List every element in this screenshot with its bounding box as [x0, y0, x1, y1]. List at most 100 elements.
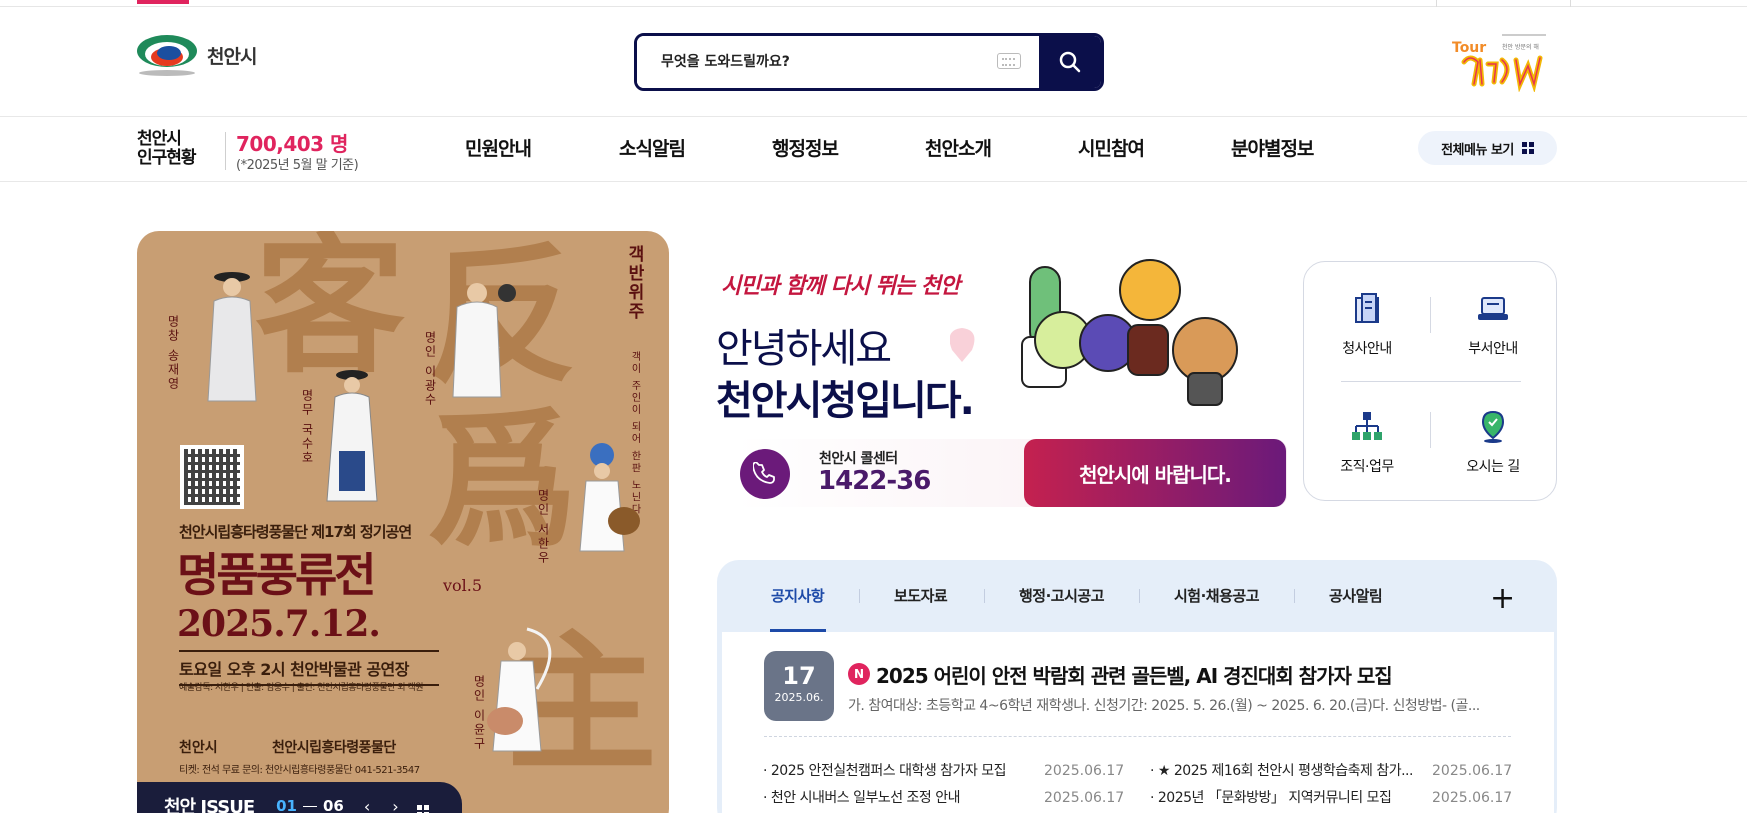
nav-item-about-cheonan[interactable]: 천안소개 [925, 134, 992, 161]
cheonan-emblem-icon [137, 33, 199, 77]
greeting-line2: 천안시청입니다. [716, 378, 975, 424]
tab-construction[interactable]: 공사알림 [1329, 585, 1383, 606]
grid-view-icon[interactable] [416, 795, 429, 813]
tab-divider [859, 589, 860, 603]
quick-link-directions[interactable]: 오시는 길 [1443, 410, 1543, 476]
all-menu-label: 전체메뉴 보기 [1441, 142, 1514, 158]
tab-divider [1139, 589, 1140, 603]
population-value: 700,403 명 [236, 132, 348, 156]
quick-link-departments[interactable]: 부서안내 [1443, 292, 1543, 358]
location-pin-icon [1481, 410, 1505, 443]
call-center-label: 천안시 콜센터 [819, 451, 898, 467]
population-label: 천안시 인구현황 [137, 129, 197, 168]
utility-bar [0, 0, 1747, 7]
keyboard-icon[interactable] [997, 53, 1021, 69]
nav-item-administration[interactable]: 행정정보 [772, 134, 839, 161]
tab-press-releases[interactable]: 보도자료 [894, 585, 948, 606]
issue-page-divider [303, 805, 317, 807]
call-center-number[interactable]: 1422-36 [818, 466, 931, 496]
utility-divider [1570, 0, 1571, 7]
featured-notice-title[interactable]: 2025 어린이 안전 박람회 관련 골든벨, AI 경진대회 참가자 모집 [876, 660, 1393, 689]
quick-link-organization[interactable]: 조직·업무 [1317, 410, 1417, 476]
poster-performer-name: 명무 국수호 [300, 389, 314, 465]
search-icon [1059, 51, 1081, 73]
performer-figure [452, 283, 516, 398]
mascot-characters-illustration [950, 259, 1238, 406]
poster-performer-name: 명인 서한우 [536, 489, 550, 565]
quick-divider [1341, 381, 1521, 382]
featured-date-badge: 17 2025.06. [764, 651, 834, 721]
quick-divider [1430, 297, 1431, 333]
petition-button[interactable]: 천안시에 바랍니다. [1024, 439, 1286, 507]
poster-big-char: 客 [255, 231, 406, 394]
notice-list-item[interactable]: · 2025년 「문화방방」 지역커뮤니티 모집 [1150, 787, 1392, 807]
search-input[interactable] [637, 36, 1039, 88]
quick-link-label: 청사안내 [1342, 341, 1392, 357]
issue-banner-poster[interactable]: 客 反 爲 主 객반위주 객이 주인이 되어 한판 노닌다 명창 송재영 명무 … [137, 231, 669, 813]
org-chart-icon [1352, 412, 1382, 440]
tab-divider [984, 589, 985, 603]
quick-divider [1430, 412, 1431, 448]
featured-day: 17 [782, 662, 816, 690]
tour-cheonan-logo[interactable]: Tour 천안 방문의 해 [1450, 30, 1558, 94]
poster-big-char: 爲 [427, 393, 578, 569]
chevron-left-icon[interactable]: ‹ [364, 797, 370, 813]
nav-item-participation[interactable]: 시민참여 [1078, 134, 1145, 161]
poster-title: 명품풍류전 [177, 548, 377, 602]
new-badge: N [848, 663, 870, 685]
population-note: (*2025년 5월 말 기준) [236, 158, 359, 173]
poster-performer-name: 명창 송재영 [166, 315, 180, 391]
svg-text:Tour: Tour [1452, 40, 1486, 56]
quick-links-panel: 청사안내 부서안내 조직·업무 오시는 길 [1303, 261, 1557, 501]
performer-figure [326, 370, 378, 502]
tab-divider [1294, 589, 1295, 603]
building-icon [1355, 293, 1379, 323]
population-divider [225, 132, 226, 170]
poster-credits: 예술감독: 서한우 | 연출: 임웅수 | 출연: 천안시립흥타령풍물단 외 객… [179, 683, 423, 693]
performer-figure [207, 272, 257, 402]
nav-item-news[interactable]: 소식알림 [619, 134, 686, 161]
poster-qr-code [180, 445, 244, 509]
site-logo[interactable]: 천안시 [137, 33, 257, 77]
poster-volume: vol.5 [443, 576, 483, 595]
grid-icon [1521, 142, 1534, 154]
all-menu-button[interactable]: 전체메뉴 보기 [1418, 131, 1557, 165]
nav-item-civil-service[interactable]: 민원안내 [465, 134, 532, 161]
notice-list-item[interactable]: · 천안 시내버스 일부노선 조정 안내 [763, 787, 961, 807]
featured-year-month: 2025.06. [774, 691, 824, 704]
poster-ticket-info: 티켓: 전석 무료 문의: 천안시립흥타령풍물단 041-521-3547 [179, 765, 420, 776]
search-bar [634, 33, 1104, 91]
notice-list-item[interactable]: · ★ 2025 제16회 천안시 평생학습축제 참가... [1150, 760, 1413, 780]
notice-list-item[interactable]: · 2025 안전실천캠퍼스 대학생 참가자 모집 [763, 760, 1007, 780]
site-name: 천안시 [207, 45, 257, 68]
poster-date: 2025.7.12. [177, 603, 381, 645]
performer-figure [579, 443, 640, 552]
quick-link-label: 오시는 길 [1466, 459, 1520, 475]
issue-slider-controls: 천안 ISSUE 01 06 ‹ › [137, 782, 462, 813]
issue-label: 천안 ISSUE [164, 797, 255, 813]
nav-item-field-info[interactable]: 분야별정보 [1231, 134, 1314, 161]
quick-link-label: 부서안내 [1468, 341, 1518, 357]
issue-current-page: 01 [276, 797, 297, 813]
poster-org-cheonan: 천안시 [179, 740, 218, 756]
poster-org-troupe: 천안시립흥타령풍물단 [272, 740, 396, 756]
tab-recruitment[interactable]: 시험·채용공고 [1174, 585, 1260, 606]
more-plus-icon[interactable]: + [1490, 584, 1515, 614]
notice-list-date: 2025.06.17 [1044, 763, 1125, 779]
laptop-icon [1478, 297, 1508, 320]
chevron-right-icon[interactable]: › [392, 797, 398, 813]
quick-link-city-hall[interactable]: 청사안내 [1317, 292, 1417, 358]
tab-notices[interactable]: 공지사항 [771, 585, 825, 606]
utility-divider [1436, 0, 1437, 7]
search-button[interactable] [1039, 36, 1101, 88]
tab-public-notices[interactable]: 행정·고시공고 [1019, 585, 1105, 606]
performer-figure [487, 627, 552, 752]
featured-notice-summary[interactable]: 가. 참여대상: 초등학교 4~6학년 재학생나. 신청기간: 2025. 5.… [848, 695, 1508, 715]
issue-total-pages: 06 [323, 797, 344, 813]
notice-list-date: 2025.06.17 [1044, 790, 1125, 806]
poster-vertical-title: 객반위주 [624, 245, 644, 321]
utility-active-indicator [137, 0, 189, 4]
notice-divider [764, 736, 1511, 737]
quick-link-label: 조직·업무 [1340, 459, 1394, 475]
phone-icon [740, 449, 790, 499]
